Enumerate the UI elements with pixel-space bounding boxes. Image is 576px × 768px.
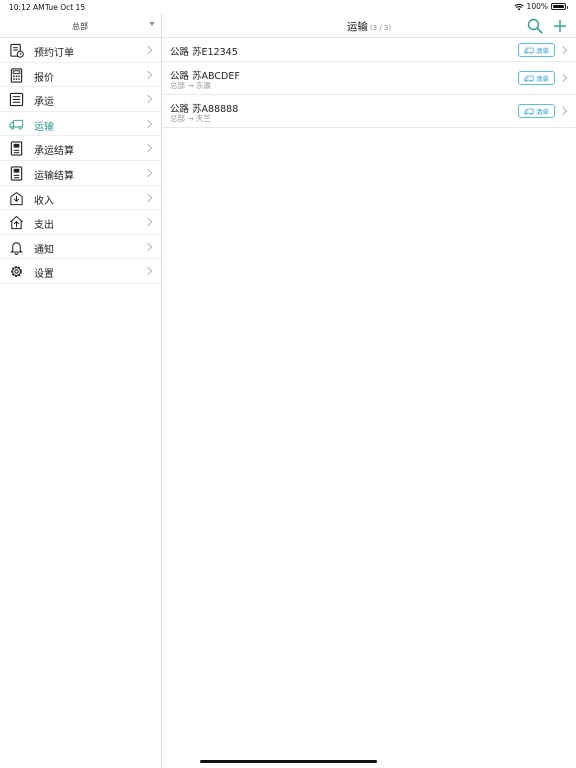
truck-icon (524, 75, 534, 82)
route-text: 总部 → 东瀛 (170, 81, 212, 90)
sidebar-item-label: 通知 (34, 244, 54, 256)
org-selector-title[interactable]: 总部 (0, 21, 160, 32)
home-indicator[interactable] (200, 760, 377, 763)
chevron-right-icon (558, 73, 568, 83)
chevron-right-icon (143, 193, 153, 202)
sidebar-item-carriage[interactable]: 承运 (0, 87, 161, 112)
sidebar-item-reservations[interactable]: 预约订单 (0, 38, 161, 63)
sidebar-item-label: 预约订单 (34, 48, 74, 59)
add-icon[interactable] (552, 18, 568, 34)
chevron-right-icon (143, 45, 153, 55)
manifest-label: 清单 (536, 47, 549, 55)
sidebar-item-transport-settlement[interactable]: 运输结算 (0, 161, 161, 186)
chevron-right-icon (558, 45, 568, 55)
status-bar: 10:12 AM Tue Oct 15 100% (0, 0, 576, 14)
expense-icon (10, 215, 23, 230)
sidebar-item-income[interactable]: 收入 (0, 186, 161, 211)
sidebar-item-label: 支出 (34, 220, 54, 232)
sidebar-header[interactable]: 总部 (0, 14, 161, 38)
main-header: 运输 (3 / 3) (162, 14, 576, 38)
battery-percent: 100% (526, 2, 548, 11)
sidebar-item-label: 报价 (34, 72, 54, 84)
ledger-icon (10, 166, 23, 181)
manifest-button[interactable]: 清单 (518, 104, 555, 118)
manifest-button[interactable]: 清单 (518, 71, 555, 85)
sidebar-item-expense[interactable]: 支出 (0, 210, 161, 235)
income-icon (10, 191, 23, 205)
sidebar-item-label: 运输结算 (34, 170, 74, 182)
battery-icon (551, 3, 568, 10)
list-item[interactable]: 公路 苏E12345 清单 (162, 38, 576, 62)
chevron-right-icon (143, 267, 153, 276)
calculator-icon (10, 67, 23, 83)
gear-icon (11, 266, 22, 278)
list-icon (9, 93, 24, 107)
list-item[interactable]: 公路 苏A88888 总部 → 天竺 清单 (162, 95, 576, 128)
status-time: 10:12 AM (9, 3, 45, 12)
manifest-label: 清单 (536, 75, 549, 83)
chevron-right-icon (143, 242, 153, 251)
sidebar-item-label: 运输 (34, 121, 54, 133)
chevron-down-icon[interactable] (149, 22, 155, 26)
truck-icon (524, 47, 534, 54)
page-title: 运输 (3 / 3) (162, 19, 576, 34)
status-date: Tue Oct 15 (45, 3, 86, 12)
truck-icon (524, 108, 534, 115)
list-item[interactable]: 公路 苏ABCDEF 总部 → 东瀛 清单 (162, 62, 576, 95)
sidebar-item-transport[interactable]: 运输 (0, 112, 161, 137)
ledger-icon (10, 141, 23, 156)
chevron-right-icon (143, 119, 153, 129)
sidebar-item-quote[interactable]: 报价 (0, 63, 161, 88)
search-icon[interactable] (527, 18, 543, 34)
main-panel: 运输 (3 / 3) 公路 苏E12345 清单 公路 苏ABCDEF 总部 → … (162, 14, 576, 768)
page-title-text: 运输 (346, 21, 368, 33)
bell-icon (9, 242, 24, 255)
wifi-icon (513, 3, 524, 10)
sidebar: 总部 预约订单 报价 承运 运输 承运结算 运输结算 收入 支出 通知 设置 (0, 14, 162, 768)
manifest-button[interactable]: 清单 (518, 43, 555, 57)
sidebar-item-label: 承运 (34, 97, 54, 109)
calendar-list-icon (10, 43, 24, 58)
record-count: (3 / 3) (369, 24, 392, 32)
sidebar-item-settings[interactable]: 设置 (0, 259, 161, 284)
sidebar-item-notifications[interactable]: 通知 (0, 235, 161, 260)
vehicle-plate: 公路 苏E12345 (170, 47, 238, 58)
chevron-right-icon (143, 70, 153, 79)
manifest-label: 清单 (536, 108, 549, 116)
status-right: 100% (513, 2, 568, 11)
chevron-right-icon (143, 94, 153, 104)
chevron-right-icon (143, 217, 153, 227)
route-text: 总部 → 天竺 (170, 114, 212, 123)
truck-icon (9, 119, 24, 130)
chevron-right-icon (143, 168, 153, 178)
chevron-right-icon (143, 144, 153, 153)
sidebar-item-label: 收入 (34, 195, 54, 207)
sidebar-item-label: 设置 (34, 269, 54, 281)
sidebar-item-carriage-settlement[interactable]: 承运结算 (0, 136, 161, 161)
sidebar-item-label: 承运结算 (34, 146, 74, 158)
chevron-right-icon (558, 106, 568, 116)
